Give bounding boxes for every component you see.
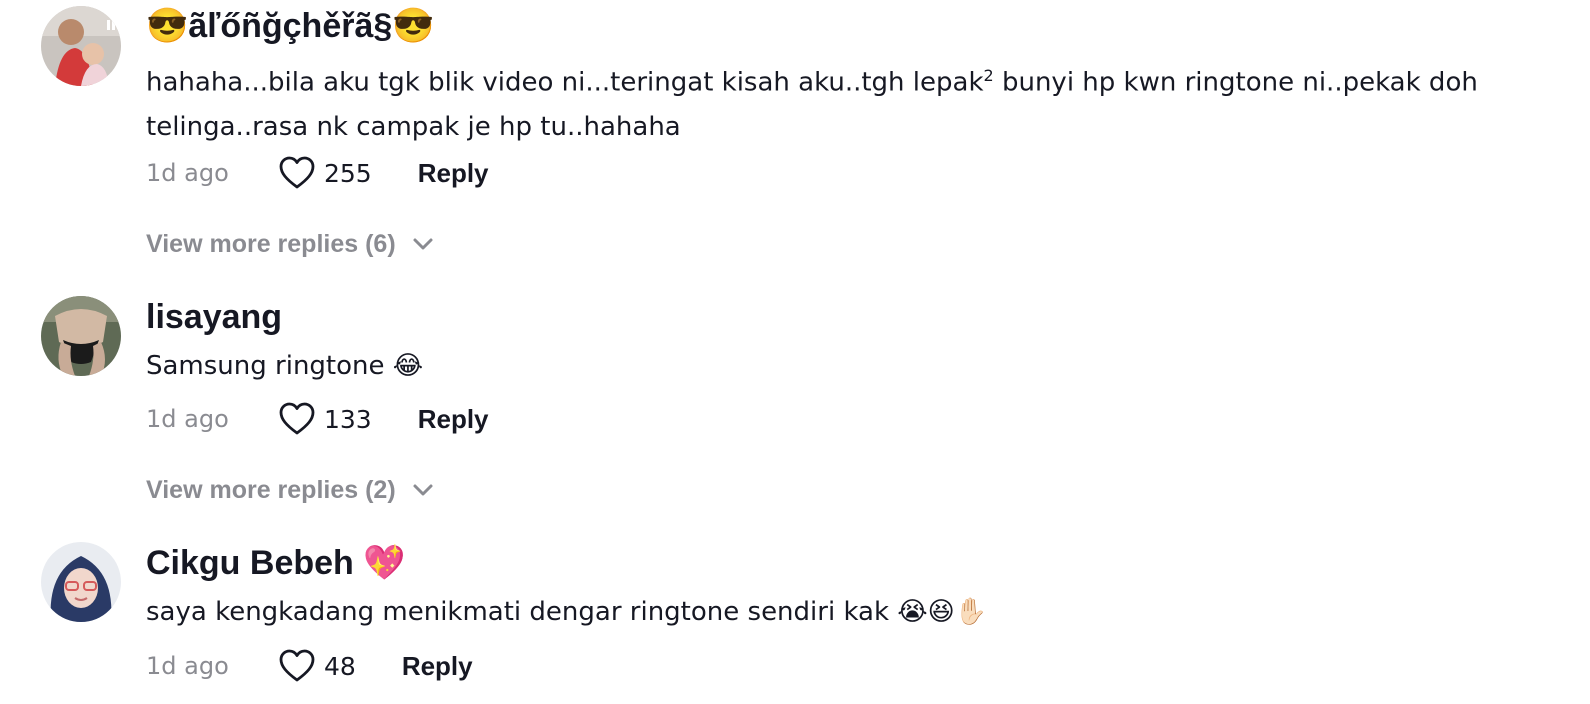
comment-username[interactable]: 😎ãľőñğçhěřã§😎: [146, 6, 435, 46]
chevron-down-icon: [413, 484, 433, 496]
comment-timestamp: 1d ago: [146, 405, 229, 433]
chevron-down-icon: [413, 238, 433, 250]
comment-timestamp: 1d ago: [146, 159, 229, 187]
avatar-image: [41, 6, 121, 86]
comment-username[interactable]: Cikgu Bebeh 💖: [146, 543, 406, 583]
avatar[interactable]: [41, 296, 121, 376]
avatar[interactable]: [41, 542, 121, 622]
avatar-image: [41, 296, 121, 376]
like-count: 48: [324, 651, 356, 681]
heart-icon: [279, 649, 315, 682]
comment-text: hahaha...bila aku tgk blik video ni...te…: [146, 54, 1566, 149]
like-count: 133: [324, 404, 372, 434]
view-more-replies-button[interactable]: View more replies (6): [146, 226, 434, 262]
reply-button[interactable]: Reply: [402, 651, 473, 682]
like-button[interactable]: 48: [278, 648, 356, 684]
view-more-replies-label: View more replies (6): [146, 229, 396, 258]
avatar[interactable]: [41, 6, 121, 86]
comment-username[interactable]: lisayang: [146, 297, 282, 337]
reply-button[interactable]: Reply: [418, 404, 489, 435]
like-button[interactable]: 133: [278, 401, 372, 437]
comment-text: saya kengkadang menikmati dengar rington…: [146, 597, 988, 627]
comment-actions: 1d ago 48 Reply: [146, 646, 473, 686]
like-count: 255: [324, 158, 372, 188]
comment-text-superscript: 2: [983, 66, 994, 85]
reply-button[interactable]: Reply: [418, 158, 489, 189]
comment-timestamp: 1d ago: [146, 652, 229, 680]
view-more-replies-button[interactable]: View more replies (2): [146, 472, 434, 508]
view-more-replies-label: View more replies (2): [146, 475, 396, 504]
heart-icon: [279, 402, 315, 435]
comment-actions: 1d ago 133 Reply: [146, 399, 489, 439]
avatar-image: [41, 542, 121, 622]
like-button[interactable]: 255: [278, 155, 372, 191]
comment-text-main: hahaha...bila aku tgk blik video ni...te…: [146, 67, 984, 98]
heart-icon: [279, 156, 315, 189]
comment-text: Samsung ringtone 😂: [146, 351, 424, 381]
comment-actions: 1d ago 255 Reply: [146, 153, 489, 193]
